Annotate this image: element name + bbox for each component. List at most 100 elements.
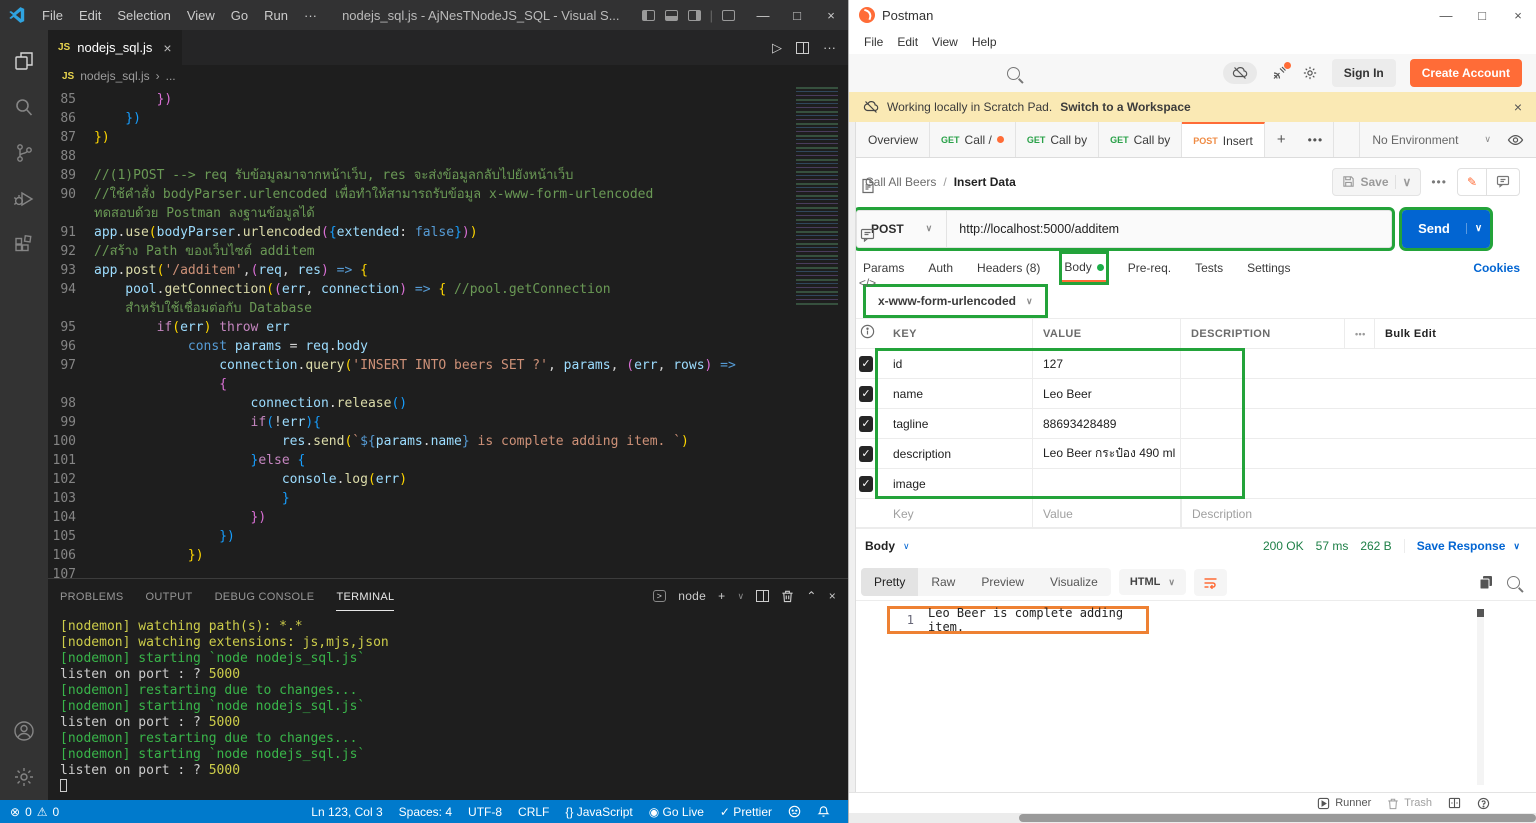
create-account-button[interactable]: Create Account: [1410, 59, 1522, 87]
cookies-link[interactable]: Cookies: [1473, 261, 1520, 275]
warnings-icon[interactable]: ⚠: [37, 805, 48, 819]
menu-item-5[interactable]: Run: [256, 8, 296, 23]
cell-value[interactable]: 127: [1033, 349, 1181, 378]
split-editor-icon[interactable]: [796, 42, 809, 54]
placeholder-description[interactable]: Description: [1181, 499, 1345, 528]
status-language[interactable]: {} JavaScript: [557, 805, 640, 819]
new-terminal-icon[interactable]: +: [718, 589, 725, 603]
search-response-icon[interactable]: [1507, 576, 1520, 589]
send-button[interactable]: Send ∨: [1402, 210, 1490, 248]
collapsed-sidebar-sliver[interactable]: [849, 122, 856, 792]
save-button[interactable]: Save ∨: [1332, 168, 1422, 196]
source-control-icon[interactable]: [0, 130, 48, 176]
save-dropdown-icon[interactable]: ∨: [1395, 175, 1412, 189]
config-tab-settings[interactable]: Settings: [1245, 254, 1292, 282]
request-tab-0[interactable]: Overview: [857, 122, 930, 157]
request-more-actions-icon[interactable]: •••: [1431, 175, 1447, 189]
environment-quick-look-icon[interactable]: [1503, 122, 1536, 157]
extensions-icon[interactable]: [0, 222, 48, 268]
settings-gear-icon[interactable]: [1302, 65, 1318, 81]
minimize-button[interactable]: —: [746, 0, 780, 30]
customize-layout-icon[interactable]: [722, 10, 735, 21]
account-icon[interactable]: [0, 708, 48, 754]
search-icon[interactable]: [0, 84, 48, 130]
menu-item-6[interactable]: ···: [296, 8, 325, 23]
runner-button[interactable]: Runner: [1317, 797, 1371, 810]
cell-description[interactable]: [1181, 379, 1345, 408]
toggle-sidebar-icon[interactable]: [642, 10, 655, 21]
errors-count[interactable]: 0: [25, 805, 32, 819]
placeholder-value[interactable]: Value: [1033, 499, 1181, 528]
status-go-live[interactable]: ◉ Go Live: [641, 805, 712, 819]
config-tab-tests[interactable]: Tests: [1193, 254, 1225, 282]
comments-icon[interactable]: [860, 228, 875, 242]
settings-gear-icon[interactable]: [0, 754, 48, 800]
toggle-panel-icon[interactable]: [665, 10, 678, 21]
status-encoding[interactable]: UTF-8: [460, 805, 510, 819]
run-debug-icon[interactable]: [0, 176, 48, 222]
save-response-button[interactable]: Save Response ∨: [1404, 539, 1520, 553]
menu-item-2[interactable]: Selection: [109, 8, 178, 23]
config-tab-headers[interactable]: Headers (8): [975, 254, 1042, 282]
response-body[interactable]: 1 Leo Beer is complete adding item.: [849, 600, 1536, 792]
send-options-icon[interactable]: ∨: [1466, 223, 1490, 234]
terminal-dropdown-icon[interactable]: ∨: [737, 591, 744, 602]
response-time[interactable]: 57 ms: [1316, 539, 1349, 553]
request-tab-2[interactable]: GETCall by: [1016, 122, 1099, 157]
request-name[interactable]: Insert Data: [954, 175, 1016, 189]
response-size[interactable]: 262 B: [1360, 539, 1391, 553]
tab-close-icon[interactable]: ×: [163, 40, 171, 56]
cell-value[interactable]: Leo Beer กระป๋อง 490 ml: [1033, 439, 1181, 468]
breadcrumb-more[interactable]: ...: [166, 69, 176, 83]
minimap[interactable]: [796, 87, 838, 305]
menu-item-3[interactable]: View: [179, 8, 223, 23]
run-file-icon[interactable]: ▷: [772, 40, 782, 56]
comments-icon[interactable]: [1487, 169, 1519, 195]
trash-button[interactable]: Trash: [1387, 797, 1432, 810]
panel-tab-output[interactable]: OUTPUT: [146, 582, 193, 611]
wrap-lines-icon[interactable]: [1194, 569, 1227, 596]
panel-tab-terminal[interactable]: TERMINAL: [336, 582, 394, 611]
cell-description[interactable]: [1181, 439, 1345, 468]
panel-tab-debug-console[interactable]: DEBUG CONSOLE: [215, 582, 315, 611]
config-tab-prereq[interactable]: Pre-req.: [1126, 254, 1173, 282]
cell-key[interactable]: id: [883, 349, 1033, 378]
cell-key[interactable]: tagline: [883, 409, 1033, 438]
panel-tab-problems[interactable]: PROBLEMS: [60, 582, 124, 611]
menu-item-4[interactable]: Go: [223, 8, 256, 23]
maximize-button[interactable]: □: [780, 0, 814, 30]
response-tab-visualize[interactable]: Visualize: [1037, 568, 1111, 596]
two-pane-icon[interactable]: [1448, 797, 1461, 809]
cell-description[interactable]: [1181, 349, 1345, 378]
url-input[interactable]: http://localhost:5000/additem: [947, 222, 1131, 236]
config-tab-body[interactable]: Body: [1062, 254, 1105, 282]
body-type-selector[interactable]: x-www-form-urlencoded ∨: [866, 287, 1045, 315]
response-tab-preview[interactable]: Preview: [968, 568, 1037, 596]
environment-selector[interactable]: No Environment ∨: [1359, 122, 1503, 157]
status-cursor-position[interactable]: Ln 123, Col 3: [303, 805, 390, 819]
kill-terminal-icon[interactable]: [781, 589, 794, 603]
banner-close-icon[interactable]: ×: [1514, 99, 1522, 115]
maximize-panel-icon[interactable]: ⌃: [806, 589, 816, 603]
offline-cloud-icon[interactable]: [1223, 62, 1257, 84]
request-tab-1[interactable]: GETCall /: [930, 122, 1016, 157]
cell-description[interactable]: [1181, 409, 1345, 438]
status-badge[interactable]: 200 OK: [1263, 539, 1304, 553]
info-icon[interactable]: [860, 324, 875, 339]
toggle-secondary-sidebar-icon[interactable]: [688, 10, 701, 21]
header-more-icon[interactable]: •••: [1345, 319, 1375, 348]
code-editor[interactable]: 85})86})87})8889//(1)POST --> req รับข้อ…: [48, 87, 848, 578]
close-button[interactable]: ×: [814, 0, 848, 30]
documentation-icon[interactable]: [861, 178, 875, 194]
switch-workspace-link[interactable]: Switch to a Workspace: [1060, 100, 1190, 114]
edit-pencil-icon[interactable]: ✎: [1458, 169, 1487, 195]
notifications-bell-icon[interactable]: [809, 805, 838, 818]
maximize-button[interactable]: □: [1464, 0, 1500, 30]
menu-item-0[interactable]: File: [34, 8, 71, 23]
placeholder-key[interactable]: Key: [883, 499, 1033, 528]
menu-item-1[interactable]: Edit: [71, 8, 109, 23]
minimize-button[interactable]: —: [1428, 0, 1464, 30]
horizontal-scrollbar[interactable]: [849, 813, 1536, 823]
feedback-icon[interactable]: [780, 805, 809, 818]
cell-description[interactable]: [1181, 469, 1345, 498]
